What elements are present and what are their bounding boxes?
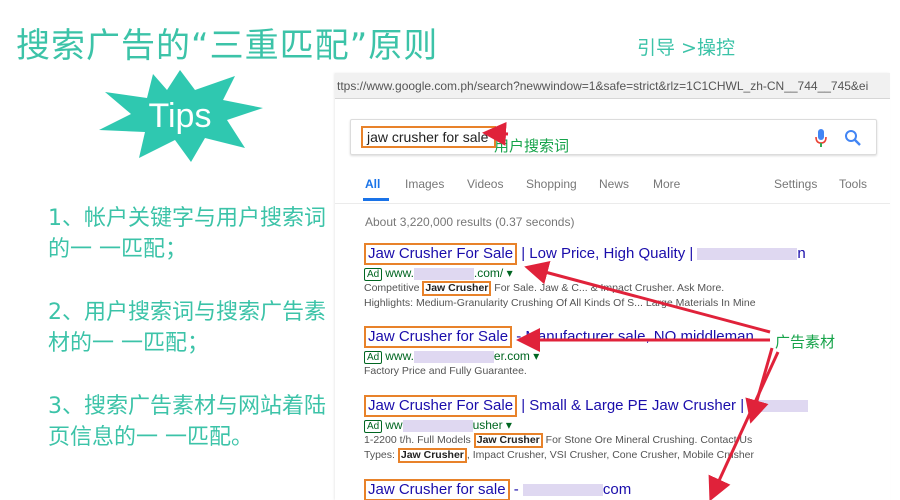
principle-3: 3、搜索广告素材与网站着陆页信息的一 一匹配。 — [48, 394, 326, 450]
ad-url-suffix: er.com ▾ — [493, 349, 540, 363]
ad-result: Jaw Crusher for sale - com — [364, 479, 884, 500]
tab-images[interactable]: Images — [405, 177, 444, 191]
active-tab-indicator — [363, 198, 389, 201]
ad-badge: Ad — [364, 268, 383, 281]
blurred-text — [402, 419, 473, 432]
microphone-icon[interactable] — [814, 128, 828, 148]
slide-title: 搜索广告的“三重匹配”原则 — [16, 26, 439, 66]
blurred-text — [522, 484, 603, 497]
principle-2: 2、用户搜索词与搜索广告素材的一 一匹配； — [48, 300, 326, 356]
ad-url-suffix: .com/ ▾ — [473, 266, 513, 280]
search-tabs: All Images Videos Shopping News More Set… — [335, 177, 890, 203]
tabs-divider — [335, 203, 890, 204]
ad-title-link[interactable]: Jaw Crusher for sale - com — [364, 479, 884, 500]
desc-text: 1-2200 t/h. Full Models — [364, 434, 474, 446]
title-keyword-highlight[interactable]: Jaw Crusher for Sale — [364, 326, 513, 348]
ad-title-link[interactable]: Jaw Crusher For Sale | Low Price, High Q… — [364, 243, 884, 265]
ad-description-line: 1-2200 t/h. Full Models Jaw Crusher For … — [364, 433, 884, 448]
ad-url-prefix: www. — [385, 349, 414, 363]
tips-label: Tips — [148, 96, 212, 135]
ad-description-line: Competitive Jaw Crusher For Sale. Jaw & … — [364, 281, 884, 296]
tab-news[interactable]: News — [599, 177, 629, 191]
label-user-search-term: 用户搜索词 — [494, 137, 570, 155]
ad-url-prefix: www. — [385, 266, 414, 280]
title-keyword-highlight[interactable]: Jaw Crusher For Sale — [364, 243, 518, 265]
ad-badge: Ad — [364, 351, 383, 364]
tab-videos[interactable]: Videos — [467, 177, 503, 191]
search-input[interactable]: jaw crusher for sale — [361, 126, 497, 148]
ad-result: Jaw Crusher For Sale | Low Price, High Q… — [364, 243, 884, 311]
label-ad-material: 广告素材 — [775, 333, 836, 351]
principles-list: 1、帐户关键字与用户搜索词的一 一匹配； 2、用户搜索词与搜索广告素材的一 一匹… — [48, 203, 338, 485]
blurred-text — [748, 400, 809, 413]
tab-more[interactable]: More — [653, 177, 680, 191]
title-keyword-highlight[interactable]: Jaw Crusher For Sale — [364, 395, 518, 417]
principle-1: 1、帐户关键字与用户搜索词的一 一匹配； — [48, 206, 326, 262]
ad-title-rest[interactable]: | Small & Large PE Jaw Crusher | — [517, 397, 748, 414]
tab-shopping[interactable]: Shopping — [526, 177, 577, 191]
ad-title-tail[interactable]: com — [603, 481, 631, 498]
ad-title-rest[interactable]: | Low Price, High Quality | — [517, 245, 697, 262]
ad-badge: Ad — [364, 420, 383, 433]
tab-tools[interactable]: Tools — [839, 177, 867, 191]
desc-text: , Impact Crusher, VSI Crusher, Cone Crus… — [466, 449, 755, 461]
tab-all[interactable]: All — [365, 177, 380, 191]
title-keyword-highlight[interactable]: Jaw Crusher for sale — [364, 479, 510, 500]
desc-text: Competitive — [364, 282, 423, 294]
desc-text: Types: — [364, 449, 398, 461]
ad-url-suffix: usher ▾ — [472, 418, 512, 432]
description-keyword-highlight: Jaw Crusher — [473, 433, 543, 448]
description-keyword-highlight: Jaw Crusher — [397, 448, 467, 463]
blurred-text — [413, 350, 494, 363]
tab-settings[interactable]: Settings — [774, 177, 817, 191]
slide-subtitle: 引导 >操控 — [637, 37, 735, 59]
description-keyword-highlight: Jaw Crusher — [422, 281, 492, 296]
blurred-text — [697, 248, 798, 261]
desc-text: For Sale. Jaw & C... & Impact Crusher. A… — [491, 282, 725, 294]
result-stats: About 3,220,000 results (0.37 seconds) — [365, 215, 575, 229]
ad-title-tail[interactable]: n — [797, 245, 805, 262]
search-box[interactable]: jaw crusher for sale — [350, 119, 877, 155]
browser-window: ttps://www.google.com.ph/search?newwindo… — [335, 73, 890, 500]
ad-url: Ad www. .com/ ▾ — [364, 265, 884, 281]
ad-url: Ad ww usher ▾ — [364, 417, 884, 433]
ad-description-line: Highlights: Medium-Granularity Crushing … — [364, 297, 756, 309]
ad-title-rest[interactable]: - Manufacturer sale, NO middleman — [512, 328, 754, 345]
ad-description-line: Factory Price and Fully Guarantee. — [364, 365, 527, 377]
address-bar[interactable]: ttps://www.google.com.ph/search?newwindo… — [335, 73, 890, 99]
ad-description-line: Types: Jaw Crusher, Impact Crusher, VSI … — [364, 448, 884, 463]
ad-url-prefix: ww — [385, 418, 403, 432]
ad-result: Jaw Crusher For Sale | Small & Large PE … — [364, 395, 884, 463]
ad-title-link[interactable]: Jaw Crusher For Sale | Small & Large PE … — [364, 395, 884, 417]
search-icon[interactable] — [844, 129, 862, 147]
blurred-text — [413, 267, 474, 280]
ad-title-rest[interactable]: - — [510, 481, 523, 498]
desc-text: For Stone Ore Mineral Crushing. Contact … — [542, 434, 753, 446]
